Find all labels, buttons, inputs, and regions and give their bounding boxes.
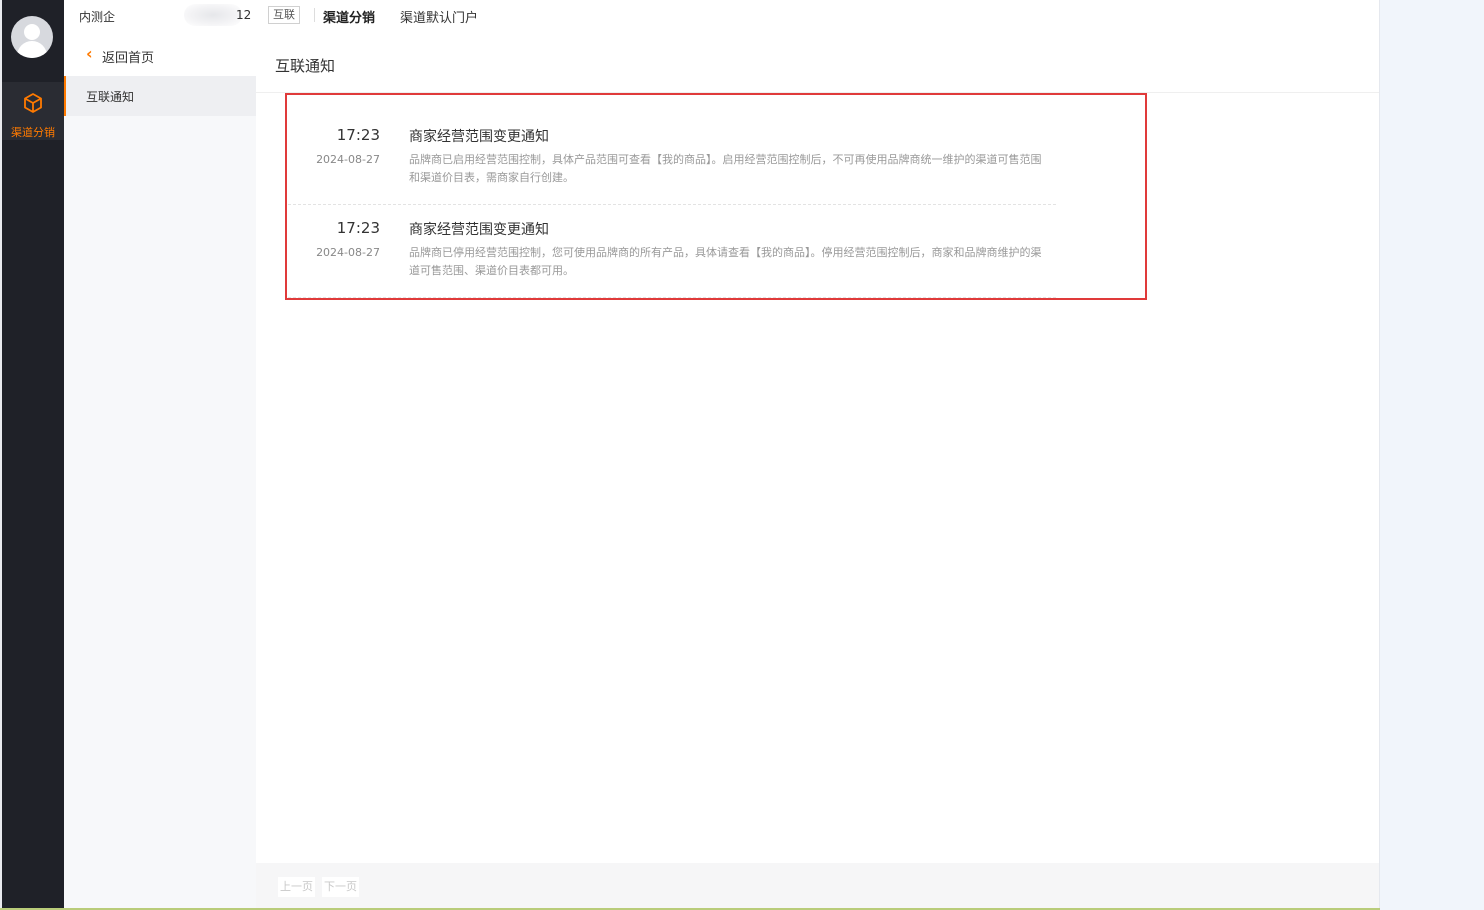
avatar-body	[17, 41, 47, 58]
back-home-link[interactable]: ‹ 返回首页	[64, 32, 256, 76]
header-divider	[314, 8, 315, 22]
company-name-suffix: 12	[236, 8, 252, 22]
avatar[interactable]	[11, 16, 53, 58]
sidebar-item-label: 互联通知	[86, 90, 135, 104]
nav-channel-default-portal[interactable]: 渠道默认门户	[400, 7, 478, 26]
prev-page-button[interactable]: 上一页	[278, 877, 315, 897]
page-title: 互联通知	[275, 57, 336, 75]
rail-nav-label: 渠道分销	[11, 126, 55, 139]
pagination: 上一页 下一页	[256, 863, 1380, 910]
rail-nav-channel-distribution[interactable]: 渠道分销	[2, 82, 64, 140]
highlight-box	[285, 93, 1147, 300]
right-pane	[1380, 0, 1484, 910]
sidebar-item-interconnect-notice[interactable]: 互联通知	[64, 76, 258, 116]
cube-icon	[24, 93, 42, 113]
redacted-company-name	[184, 4, 242, 26]
chevron-left-icon: ‹	[86, 44, 93, 63]
next-page-button[interactable]: 下一页	[322, 877, 359, 897]
company-type-tag: 互联	[268, 6, 300, 24]
secondary-sidebar: ‹ 返回首页 互联通知	[64, 32, 258, 910]
back-home-label: 返回首页	[102, 51, 155, 66]
avatar-head	[24, 24, 40, 40]
company-name-prefix: 内测企	[79, 10, 116, 24]
app-rail: 渠道分销	[0, 0, 64, 910]
top-bar: 内测企 12 互联 渠道分销 渠道默认门户	[64, 0, 1380, 32]
nav-channel-distribution[interactable]: 渠道分销	[323, 7, 375, 26]
